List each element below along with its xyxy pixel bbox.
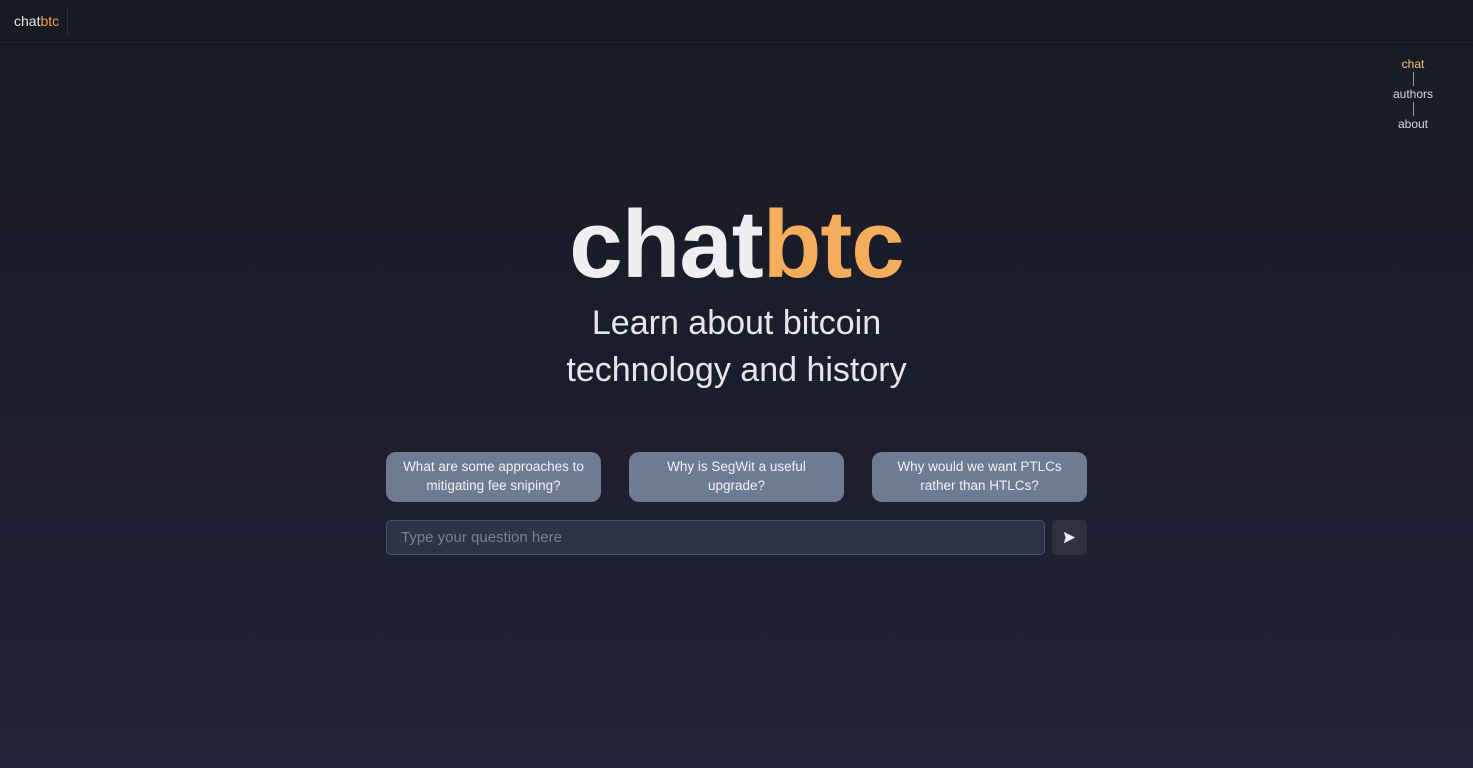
brand-btc-text: btc [40,13,60,29]
suggestion-button-segwit[interactable]: Why is SegWit a useful upgrade? [629,452,844,502]
nav-item-about[interactable]: about [1398,116,1428,132]
nav-separator [1412,72,1414,86]
hero-subtitle-line-2: technology and history [566,351,907,389]
top-bar: chatbtc [0,0,1473,43]
nav-separator [1412,102,1414,116]
suggestion-button-ptlcs[interactable]: Why would we want PTLCs rather than HTLC… [872,452,1087,502]
hero-title-btc: btc [762,191,905,298]
send-button[interactable] [1052,520,1087,555]
hero-subtitle: Learn about bitcoin technology and histo… [0,300,1473,394]
brand-logo-link[interactable]: chatbtc [14,13,59,29]
question-input[interactable] [386,520,1045,555]
suggestion-button-fee-sniping[interactable]: What are some approaches to mitigating f… [386,452,601,502]
nav-item-authors[interactable]: authors [1393,86,1433,102]
hero-title-chat: chat [569,191,763,298]
suggested-questions: What are some approaches to mitigating f… [386,452,1087,502]
send-icon [1063,531,1076,544]
brand-chat-text: chat [14,13,41,29]
hero-subtitle-line-1: Learn about bitcoin [591,304,882,342]
hero-title: chatbtc [0,193,1473,297]
nav-item-chat[interactable]: chat [1402,56,1425,72]
side-navigation: chat authors about [1384,56,1442,132]
topbar-divider [67,7,68,35]
